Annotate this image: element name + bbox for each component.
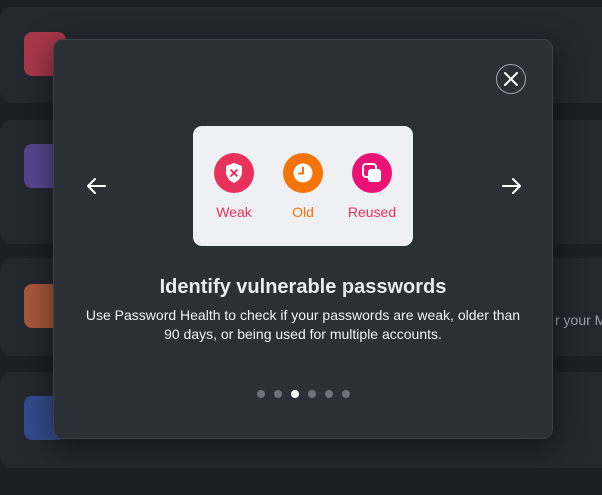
- modal-title: Identify vulnerable passwords: [159, 276, 447, 298]
- pagination-dot[interactable]: [256, 390, 265, 398]
- feature-label: Reused: [347, 204, 397, 220]
- previous-slide-button[interactable]: [84, 176, 108, 196]
- clock-icon: [293, 163, 313, 183]
- close-icon: [504, 72, 518, 86]
- modal-description: Use Password Health to check if your pas…: [85, 307, 521, 342]
- copy-icon: [362, 163, 381, 182]
- feature-label: Weak: [216, 204, 252, 220]
- close-button[interactable]: [496, 64, 526, 94]
- pagination-dot[interactable]: [341, 390, 350, 398]
- next-slide-button[interactable]: [500, 176, 524, 196]
- pagination-dot[interactable]: [307, 390, 316, 398]
- feature-reused: Reused: [337, 153, 407, 220]
- pagination-dots: [54, 390, 552, 398]
- feature-label: Old: [292, 204, 314, 220]
- feature-weak: Weak: [199, 153, 269, 220]
- pagination-dot[interactable]: [324, 390, 333, 398]
- arrow-left-icon: [87, 178, 106, 194]
- feature-illustration: Weak Old Reused: [193, 126, 413, 246]
- background-text: r your M: [555, 312, 602, 328]
- pagination-dot[interactable]: [273, 390, 282, 398]
- feature-old: Old: [268, 153, 338, 220]
- shield-x-icon: [226, 163, 242, 183]
- password-health-modal: Weak Old Reused Identify vulnerable pass…: [53, 39, 553, 439]
- arrow-right-icon: [502, 178, 521, 194]
- pagination-dot-active[interactable]: [290, 390, 299, 398]
